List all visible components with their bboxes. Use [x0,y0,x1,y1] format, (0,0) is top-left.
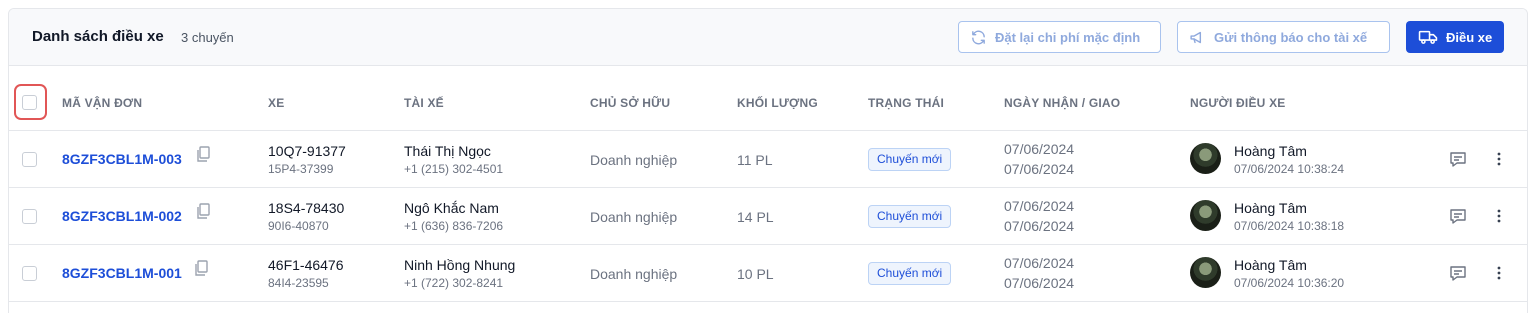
table-row[interactable]: 8GZF3CBL1M-003 10Q7-91377 15P4-37399 Thá… [9,131,1527,188]
cargo-weight: 14 PL [737,209,774,225]
more-vertical-icon[interactable] [1496,265,1502,281]
status-badge: Chuyến mới [868,148,952,171]
col-weight: KHỐI LƯỢNG [737,96,818,110]
copy-icon[interactable] [195,146,211,163]
avatar [1190,143,1221,174]
pickup-date: 07/06/2024 [1004,255,1075,271]
comment-icon[interactable] [1449,151,1467,168]
page-title: Danh sách điều xe [32,28,164,45]
row-checkbox[interactable] [22,152,37,167]
status-badge: Chuyến mới [868,205,952,228]
select-all-checkbox[interactable] [22,95,37,110]
driver-name: Ngô Khắc Nam [404,200,499,216]
row-checkbox[interactable] [22,266,37,281]
table-row[interactable]: 8GZF3CBL1M-002 18S4-78430 90I6-40870 Ngô… [9,188,1527,245]
order-code-link[interactable]: 8GZF3CBL1M-001 [62,265,182,281]
dispatcher-name: Hoàng Tâm [1234,257,1307,273]
vehicle-plate: 18S4-78430 [268,200,345,216]
dispatcher-name: Hoàng Tâm [1234,200,1307,216]
dispatch-time: 07/06/2024 10:38:18 [1234,219,1345,233]
delivery-date: 07/06/2024 [1004,275,1075,291]
dispatch-list-panel: Danh sách điều xe 3 chuyến Đặt lại chi p… [8,8,1528,313]
copy-icon[interactable] [193,260,209,277]
delivery-date: 07/06/2024 [1004,218,1075,234]
dispatch-time: 07/06/2024 10:36:20 [1234,276,1345,290]
trailer-plate: 84I4-23595 [268,276,329,290]
col-vehicle: XE [268,96,285,110]
driver-name: Ninh Hồng Nhung [404,257,516,273]
pickup-date: 07/06/2024 [1004,198,1075,214]
megaphone-icon [1190,31,1202,43]
driver-phone: +1 (215) 302-4501 [404,162,504,176]
trailer-plate: 15P4-37399 [268,162,334,176]
dispatch-label: Điều xe [1446,29,1493,45]
dispatch-button[interactable]: Điều xe [1406,21,1504,53]
vehicle-plate: 46F1-46476 [268,257,344,273]
list-toolbar: Danh sách điều xe 3 chuyến Đặt lại chi p… [9,9,1527,66]
dispatcher-name: Hoàng Tâm [1234,143,1307,159]
col-dates: NGÀY NHẬN / GIAO [1004,96,1121,110]
driver-phone: +1 (636) 836-7206 [404,219,504,233]
trailer-plate: 90I6-40870 [268,219,329,233]
vehicle-plate: 10Q7-91377 [268,143,346,159]
owner-type: Doanh nghiệp [590,152,678,168]
order-code-link[interactable]: 8GZF3CBL1M-002 [62,208,182,224]
more-vertical-icon[interactable] [1496,151,1502,167]
col-code: MÃ VẬN ĐƠN [62,96,143,110]
truck-icon [1418,30,1438,44]
status-badge: Chuyến mới [868,262,952,285]
trip-count: 3 chuyến [181,30,234,45]
notify-driver-button[interactable]: Gửi thông báo cho tài xế [1177,21,1390,53]
table-row[interactable]: 8GZF3CBL1M-001 46F1-46476 84I4-23595 Nin… [9,245,1527,302]
avatar [1190,200,1221,231]
owner-type: Doanh nghiệp [590,209,678,225]
cargo-weight: 11 PL [737,152,773,168]
col-driver: TÀI XẾ [404,96,444,110]
reset-cost-button[interactable]: Đặt lại chi phí mặc định [958,21,1161,53]
comment-icon[interactable] [1449,208,1467,225]
driver-name: Thái Thị Ngọc [404,143,491,159]
row-checkbox[interactable] [22,209,37,224]
order-code-link[interactable]: 8GZF3CBL1M-003 [62,151,182,167]
reset-cost-label: Đặt lại chi phí mặc định [995,29,1141,45]
owner-type: Doanh nghiệp [590,266,678,282]
driver-phone: +1 (722) 302-8241 [404,276,504,290]
comment-icon[interactable] [1449,265,1467,282]
table-header: MÃ VẬN ĐƠN XE TÀI XẾ CHỦ SỞ HỮU KHỐI LƯỢ… [9,66,1527,131]
notify-driver-label: Gửi thông báo cho tài xế [1214,29,1368,45]
col-dispatcher: NGƯỜI ĐIỀU XE [1190,96,1286,110]
col-status: TRẠNG THÁI [868,96,944,110]
pickup-date: 07/06/2024 [1004,141,1075,157]
dispatch-time: 07/06/2024 10:38:24 [1234,162,1345,176]
cargo-weight: 10 PL [737,266,774,282]
more-vertical-icon[interactable] [1496,208,1502,224]
avatar [1190,257,1221,288]
copy-icon[interactable] [195,203,211,220]
col-owner: CHỦ SỞ HỮU [590,96,671,110]
delivery-date: 07/06/2024 [1004,161,1075,177]
refresh-icon [972,30,985,44]
